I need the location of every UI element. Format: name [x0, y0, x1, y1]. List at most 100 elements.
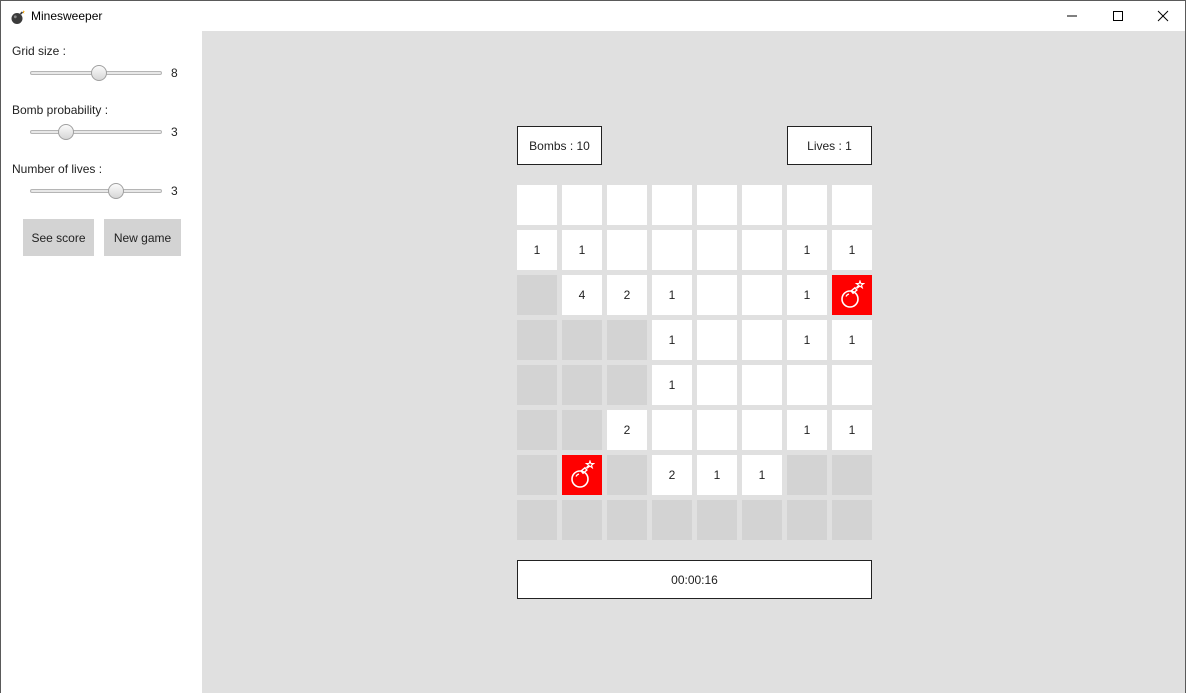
hidden-cell[interactable]: [517, 365, 557, 405]
bomb-cell[interactable]: [562, 455, 602, 495]
see-score-button[interactable]: See score: [23, 219, 94, 256]
revealed-cell[interactable]: 1: [832, 320, 872, 360]
slider-thumb[interactable]: [57, 124, 74, 140]
revealed-cell[interactable]: 1: [652, 320, 692, 360]
cell-number: 2: [668, 468, 676, 482]
revealed-cell[interactable]: 1: [652, 365, 692, 405]
revealed-cell[interactable]: [832, 185, 872, 225]
revealed-cell[interactable]: 1: [787, 275, 827, 315]
revealed-cell[interactable]: [517, 185, 557, 225]
hidden-cell[interactable]: [652, 500, 692, 540]
cell-number: 1: [803, 333, 811, 347]
revealed-cell[interactable]: [697, 410, 737, 450]
minesweeper-window: Minesweeper Grid size : 8 Bomb probabili…: [0, 0, 1186, 693]
grid-size-value: 8: [171, 66, 178, 80]
close-button[interactable]: [1140, 1, 1186, 31]
number-of-lives-label: Number of lives :: [12, 162, 103, 176]
bomb-probability-label: Bomb probability :: [12, 103, 109, 117]
revealed-cell[interactable]: [652, 410, 692, 450]
cell-number: 1: [848, 243, 856, 257]
hidden-cell[interactable]: [562, 365, 602, 405]
hidden-cell[interactable]: [832, 500, 872, 540]
bomb-cell[interactable]: [832, 275, 872, 315]
revealed-cell[interactable]: 4: [562, 275, 602, 315]
revealed-cell[interactable]: 1: [832, 230, 872, 270]
hidden-cell[interactable]: [517, 275, 557, 315]
revealed-cell[interactable]: [742, 230, 782, 270]
revealed-cell[interactable]: [742, 410, 782, 450]
revealed-cell[interactable]: 1: [652, 275, 692, 315]
bomb-probability-slider[interactable]: [30, 121, 162, 141]
revealed-cell[interactable]: [562, 185, 602, 225]
cell-number: 1: [758, 468, 766, 482]
lives-counter: Lives : 1: [787, 126, 872, 165]
cell-number: 1: [578, 243, 586, 257]
maximize-button[interactable]: [1095, 1, 1141, 31]
title-bar[interactable]: Minesweeper: [1, 1, 1185, 31]
cell-number: 1: [713, 468, 721, 482]
hidden-cell[interactable]: [607, 500, 647, 540]
new-game-button[interactable]: New game: [104, 219, 181, 256]
hidden-cell[interactable]: [517, 500, 557, 540]
revealed-cell[interactable]: [607, 230, 647, 270]
hidden-cell[interactable]: [562, 320, 602, 360]
revealed-cell[interactable]: [652, 230, 692, 270]
game-area: Bombs : 10 Lives : 1 1 1 1 1 4 2 1 1 1 1 1 1 2 1 1 2 11 …: [202, 31, 1185, 693]
grid-size-slider[interactable]: [30, 62, 162, 82]
hidden-cell[interactable]: [607, 365, 647, 405]
revealed-cell[interactable]: [787, 185, 827, 225]
maximize-icon: [1113, 11, 1123, 21]
hidden-cell[interactable]: [607, 320, 647, 360]
hidden-cell[interactable]: [607, 455, 647, 495]
hidden-cell[interactable]: [787, 500, 827, 540]
revealed-cell[interactable]: [742, 275, 782, 315]
hidden-cell[interactable]: [562, 500, 602, 540]
hidden-cell[interactable]: [787, 455, 827, 495]
hidden-cell[interactable]: [517, 410, 557, 450]
revealed-cell[interactable]: 1: [517, 230, 557, 270]
hidden-cell[interactable]: [697, 500, 737, 540]
bomb-icon: [11, 10, 25, 24]
bombs-counter: Bombs : 10: [517, 126, 602, 165]
hidden-cell[interactable]: [517, 320, 557, 360]
revealed-cell[interactable]: [742, 365, 782, 405]
revealed-cell[interactable]: 1: [832, 410, 872, 450]
revealed-cell[interactable]: [697, 275, 737, 315]
bomb-icon: [841, 280, 865, 308]
cell-number: 1: [803, 288, 811, 302]
slider-track[interactable]: [30, 189, 162, 193]
revealed-cell[interactable]: 1: [787, 410, 827, 450]
hidden-cell[interactable]: [562, 410, 602, 450]
revealed-cell[interactable]: 1: [562, 230, 602, 270]
revealed-cell[interactable]: [697, 320, 737, 360]
number-of-lives-value: 3: [171, 184, 178, 198]
hidden-cell[interactable]: [742, 500, 782, 540]
revealed-cell[interactable]: 2: [607, 410, 647, 450]
revealed-cell[interactable]: [697, 230, 737, 270]
number-of-lives-slider[interactable]: [30, 180, 162, 200]
revealed-cell[interactable]: [742, 320, 782, 360]
hidden-cell[interactable]: [832, 455, 872, 495]
revealed-cell[interactable]: [607, 185, 647, 225]
revealed-cell[interactable]: [697, 185, 737, 225]
revealed-cell[interactable]: [787, 365, 827, 405]
revealed-cell[interactable]: 2: [652, 455, 692, 495]
revealed-cell[interactable]: 1: [787, 320, 827, 360]
revealed-cell[interactable]: 1: [787, 230, 827, 270]
minimize-button[interactable]: [1049, 1, 1095, 31]
revealed-cell[interactable]: [697, 365, 737, 405]
revealed-cell[interactable]: [742, 185, 782, 225]
minimize-icon: [1067, 15, 1077, 17]
hidden-cell[interactable]: [517, 455, 557, 495]
cell-number: 2: [623, 288, 631, 302]
revealed-cell[interactable]: [832, 365, 872, 405]
cell-number: 1: [848, 333, 856, 347]
slider-thumb[interactable]: [90, 65, 107, 81]
revealed-cell[interactable]: 2: [607, 275, 647, 315]
revealed-cell[interactable]: [652, 185, 692, 225]
close-icon: [1157, 10, 1169, 22]
slider-track[interactable]: [30, 130, 162, 134]
slider-thumb[interactable]: [107, 183, 124, 199]
revealed-cell[interactable]: 1: [742, 455, 782, 495]
revealed-cell[interactable]: 1: [697, 455, 737, 495]
